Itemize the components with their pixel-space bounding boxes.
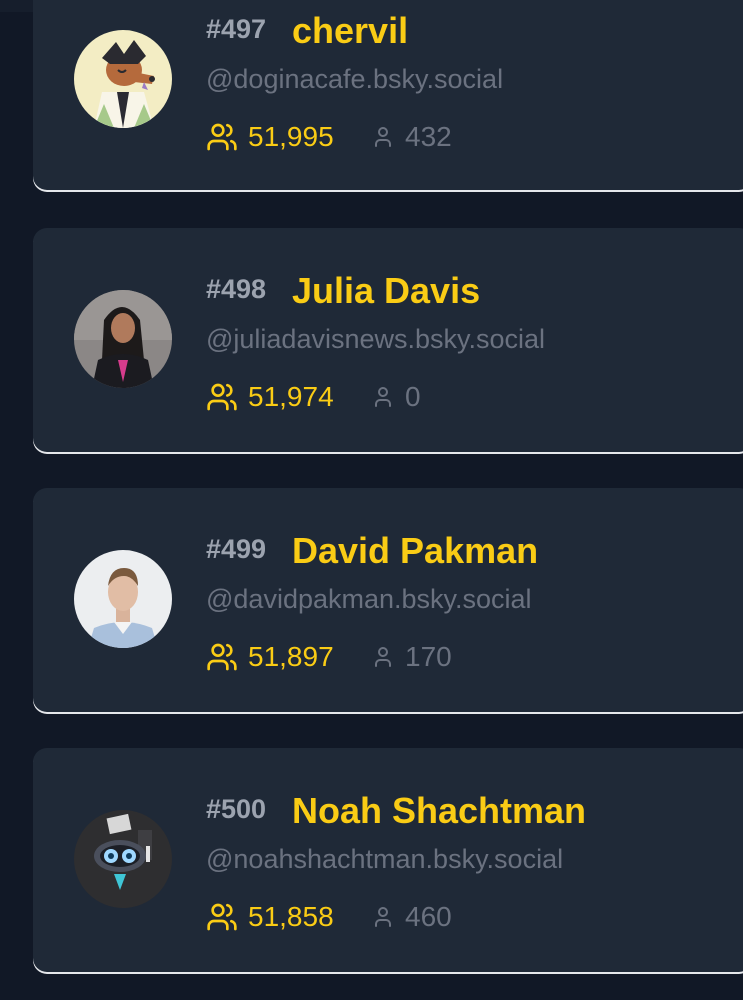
followers-count: 51,897 [206,641,334,673]
followers-value: 51,995 [248,121,334,152]
followers-count: 51,995 [206,121,334,153]
account-name[interactable]: Julia Davis [292,270,480,312]
avatar-robot-illustration [74,810,172,908]
users-icon [206,901,238,933]
account-name[interactable]: chervil [292,10,408,52]
account-handle[interactable]: @doginacafe.bsky.social [206,64,503,95]
following-count: 170 [371,641,452,673]
following-count: 0 [371,381,421,413]
followers-value: 51,974 [248,381,334,412]
account-card[interactable]: #500 Noah Shachtman @noahshachtman.bsky.… [33,748,743,972]
avatar[interactable] [74,810,172,908]
users-icon [206,381,238,413]
avatar[interactable] [74,30,172,128]
rank-label: #497 [206,14,267,44]
user-icon [371,645,395,669]
user-icon [371,125,395,149]
followers-count: 51,858 [206,901,334,933]
rank-label: #500 [206,794,267,824]
account-card[interactable]: #497 chervil @doginacafe.bsky.social 51,… [33,0,743,190]
followers-value: 51,897 [248,641,334,672]
following-value: 432 [405,121,452,152]
account-handle[interactable]: @noahshachtman.bsky.social [206,844,563,875]
avatar-photo [74,290,172,388]
users-icon [206,641,238,673]
account-handle[interactable]: @juliadavisnews.bsky.social [206,324,545,355]
user-icon [371,905,395,929]
following-count: 460 [371,901,452,933]
avatar[interactable] [74,550,172,648]
following-value: 460 [405,901,452,932]
followers-count: 51,974 [206,381,334,413]
followers-value: 51,858 [248,901,334,932]
user-icon [371,385,395,409]
account-card[interactable]: #499 David Pakman @davidpakman.bsky.soci… [33,488,743,712]
account-name[interactable]: David Pakman [292,530,538,572]
avatar[interactable] [74,290,172,388]
account-name[interactable]: Noah Shachtman [292,790,586,832]
users-icon [206,121,238,153]
account-card[interactable]: #498 Julia Davis @juliadavisnews.bsky.so… [33,228,743,452]
following-value: 170 [405,641,452,672]
avatar-photo [74,550,172,648]
following-value: 0 [405,381,421,412]
following-count: 432 [371,121,452,153]
rank-label: #499 [206,534,267,564]
account-handle[interactable]: @davidpakman.bsky.social [206,584,532,615]
leaderboard-page: #497 chervil @doginacafe.bsky.social 51,… [0,0,743,1000]
avatar-dog-illustration [74,30,172,128]
rank-label: #498 [206,274,267,304]
